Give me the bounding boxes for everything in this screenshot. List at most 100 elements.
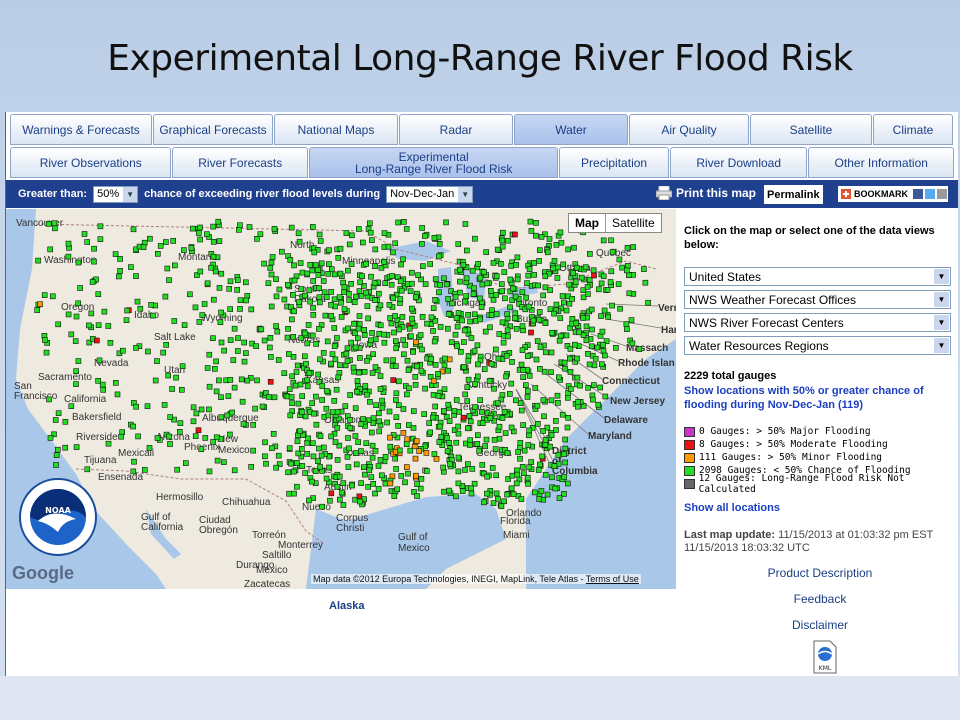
gauge-marker[interactable] — [289, 373, 296, 380]
gauge-marker[interactable] — [444, 325, 451, 332]
feedback-link[interactable]: Feedback — [684, 592, 956, 618]
gauge-marker[interactable] — [510, 491, 517, 497]
gauge-marker[interactable] — [471, 348, 478, 354]
gauge-marker[interactable] — [586, 361, 593, 368]
gauge-marker[interactable] — [528, 329, 534, 336]
gauge-marker[interactable] — [142, 467, 148, 473]
gauge-marker[interactable] — [588, 306, 595, 313]
gauge-marker[interactable] — [531, 260, 537, 266]
print-map-link[interactable]: Print this map — [656, 186, 756, 200]
gauge-marker[interactable] — [299, 463, 306, 469]
gauge-marker[interactable] — [327, 497, 333, 504]
gauge-marker[interactable] — [298, 286, 305, 292]
gauge-marker[interactable] — [507, 276, 514, 283]
gauge-marker[interactable] — [243, 297, 249, 304]
gauge-marker[interactable] — [499, 415, 506, 421]
gauge-marker[interactable] — [372, 263, 378, 270]
gauge-marker[interactable] — [235, 348, 241, 354]
gauge-marker[interactable] — [254, 377, 260, 384]
gauge-marker[interactable] — [352, 330, 358, 336]
gauge-marker[interactable] — [99, 381, 106, 388]
gauge-marker[interactable] — [506, 391, 513, 397]
gauge-marker[interactable] — [295, 230, 302, 237]
gauge-marker[interactable] — [368, 273, 374, 280]
tab-radar[interactable]: Radar — [399, 114, 513, 145]
gauge-marker[interactable] — [537, 461, 543, 468]
gauge-marker[interactable] — [514, 254, 521, 261]
gauge-marker[interactable] — [97, 223, 104, 230]
gauge-marker[interactable] — [554, 275, 561, 281]
gauge-marker[interactable] — [507, 304, 513, 311]
gauge-marker[interactable] — [331, 325, 338, 331]
gauge-marker[interactable] — [135, 433, 141, 440]
gauge-marker[interactable] — [363, 260, 370, 267]
gauge-marker[interactable] — [145, 348, 151, 355]
gauge-marker[interactable] — [120, 347, 126, 354]
gauge-marker[interactable] — [372, 490, 378, 497]
gauge-marker[interactable] — [181, 247, 187, 253]
gauge-marker[interactable] — [448, 339, 455, 345]
gauge-marker[interactable] — [231, 325, 238, 332]
gauge-marker[interactable] — [563, 307, 570, 314]
gauge-marker[interactable] — [645, 299, 651, 306]
gauge-marker[interactable] — [350, 364, 357, 371]
gauge-marker[interactable] — [413, 472, 419, 479]
gauge-marker[interactable] — [37, 301, 43, 307]
gauge-marker[interactable] — [387, 434, 393, 441]
gauge-marker[interactable] — [266, 344, 273, 351]
gauge-marker[interactable] — [214, 457, 221, 464]
tab-climate[interactable]: Climate — [873, 114, 953, 145]
gauge-marker[interactable] — [306, 287, 313, 294]
gauge-marker[interactable] — [574, 374, 581, 381]
gauge-marker[interactable] — [267, 265, 274, 271]
gauge-marker[interactable] — [537, 344, 544, 350]
gauge-marker[interactable] — [311, 249, 318, 256]
gauge-marker[interactable] — [552, 485, 559, 492]
gauge-marker[interactable] — [356, 493, 363, 500]
gauge-marker[interactable] — [520, 374, 526, 380]
gauge-marker[interactable] — [401, 351, 407, 358]
gauge-marker[interactable] — [601, 307, 608, 314]
gauge-marker[interactable] — [165, 372, 171, 379]
gauge-marker[interactable] — [493, 273, 500, 279]
gauge-marker[interactable] — [471, 311, 478, 318]
gauge-marker[interactable] — [285, 351, 292, 357]
tab-other-information[interactable]: Other Information — [808, 147, 954, 178]
gauge-marker[interactable] — [536, 496, 543, 502]
gauge-marker[interactable] — [35, 257, 41, 264]
gauge-marker[interactable] — [415, 272, 421, 279]
gauge-marker[interactable] — [288, 460, 294, 467]
gauge-marker[interactable] — [54, 446, 61, 453]
gauge-marker[interactable] — [561, 451, 567, 457]
gauge-marker[interactable] — [331, 398, 338, 404]
gauge-marker[interactable] — [464, 425, 471, 432]
gauge-marker[interactable] — [512, 315, 518, 321]
gauge-marker[interactable] — [447, 461, 453, 467]
gauge-marker[interactable] — [250, 447, 256, 454]
gauge-marker[interactable] — [589, 326, 595, 333]
gauge-marker[interactable] — [397, 296, 404, 302]
gauge-marker[interactable] — [562, 436, 568, 443]
gauge-marker[interactable] — [602, 393, 609, 400]
gauge-marker[interactable] — [95, 322, 102, 328]
gauge-marker[interactable] — [248, 306, 255, 313]
gauge-marker[interactable] — [299, 393, 306, 399]
gauge-marker[interactable] — [624, 326, 630, 332]
gauge-marker[interactable] — [339, 489, 345, 496]
gauge-marker[interactable] — [331, 296, 338, 303]
gauge-marker[interactable] — [482, 328, 489, 335]
gauge-marker[interactable] — [162, 293, 169, 300]
gauge-marker[interactable] — [393, 345, 400, 352]
gauge-marker[interactable] — [562, 365, 568, 372]
gauge-marker[interactable] — [463, 293, 470, 299]
gauge-marker[interactable] — [198, 446, 205, 452]
gauge-marker[interactable] — [253, 343, 259, 349]
gauge-marker[interactable] — [338, 314, 345, 320]
gauge-marker[interactable] — [381, 259, 388, 265]
gauge-marker[interactable] — [471, 285, 477, 291]
gauge-marker[interactable] — [555, 452, 562, 458]
gauge-marker[interactable] — [559, 293, 566, 299]
gauge-marker[interactable] — [577, 382, 583, 389]
gauge-marker[interactable] — [172, 262, 178, 269]
gauge-marker[interactable] — [590, 396, 596, 403]
